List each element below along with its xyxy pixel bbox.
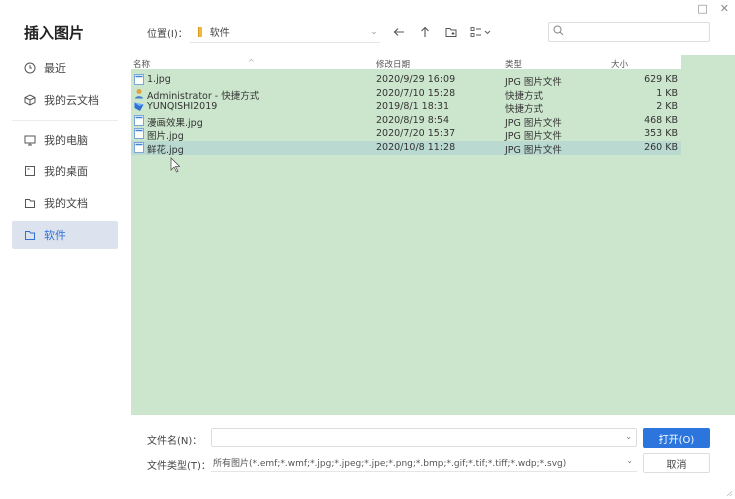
file-date: 2020/8/19 8:54 bbox=[376, 114, 450, 126]
app-shortcut-icon bbox=[134, 102, 144, 112]
computer-icon bbox=[24, 134, 36, 146]
sidebar-item-label: 我的云文档 bbox=[44, 94, 99, 107]
view-mode-icon[interactable] bbox=[470, 25, 494, 39]
file-list-header: 名称 ^ 修改日期 类型 大小 bbox=[131, 55, 681, 70]
sidebar: 插入图片 最近 我的云文档 我的电脑 我的桌面 我的文档 软件 bbox=[0, 0, 128, 499]
document-icon bbox=[24, 197, 36, 209]
folder-icon bbox=[24, 229, 36, 241]
file-size: 353 KB bbox=[644, 128, 678, 140]
location-label: 位置(I)： bbox=[147, 28, 188, 40]
image-file-icon bbox=[134, 128, 144, 140]
file-date: 2019/8/1 18:31 bbox=[376, 101, 450, 113]
user-shortcut-icon bbox=[135, 88, 143, 99]
file-size: 468 KB bbox=[644, 114, 678, 126]
sidebar-item-recent[interactable]: 最近 bbox=[12, 54, 118, 82]
file-date: 2020/10/8 11:28 bbox=[376, 142, 456, 153]
column-header-type[interactable]: 类型 bbox=[505, 58, 522, 70]
filename-field[interactable]: ⌄ bbox=[211, 428, 637, 447]
file-size: 629 KB bbox=[644, 74, 678, 85]
list-item[interactable]: 图片.jpg 2020/7/20 15:37 JPG 图片文件 353 KB bbox=[131, 127, 681, 142]
sidebar-divider bbox=[12, 120, 118, 121]
sidebar-item-label: 最近 bbox=[44, 62, 66, 75]
file-name: 鲜花.jpg bbox=[147, 145, 184, 156]
search-box[interactable] bbox=[548, 22, 710, 42]
location-value: 软件 bbox=[209, 28, 230, 39]
image-file-icon bbox=[134, 142, 144, 153]
file-name: 1.jpg bbox=[147, 74, 171, 85]
mouse-cursor-icon bbox=[170, 157, 180, 173]
sidebar-item-label: 软件 bbox=[44, 229, 66, 242]
desktop-icon bbox=[24, 165, 36, 177]
file-size: 1 KB bbox=[656, 87, 678, 99]
list-item-selected[interactable]: 鲜花.jpg 2020/10/8 11:28 JPG 图片文件 260 KB bbox=[131, 141, 681, 156]
search-input[interactable] bbox=[567, 26, 709, 38]
file-date: 2020/7/10 15:28 bbox=[376, 87, 456, 99]
column-header-size[interactable]: 大小 bbox=[611, 58, 628, 70]
maximize-icon[interactable]: □ bbox=[697, 2, 707, 15]
list-item[interactable]: Administrator - 快捷方式 2020/7/10 15:28 快捷方… bbox=[131, 87, 681, 102]
resize-grip-icon[interactable] bbox=[725, 489, 733, 497]
list-item[interactable]: 1.jpg 2020/9/29 16:09 JPG 图片文件 629 KB bbox=[131, 73, 681, 88]
chevron-down-icon: ⌄ bbox=[370, 26, 378, 37]
filetype-dropdown[interactable]: 所有图片(*.emf;*.wmf;*.jpg;*.jpeg;*.jpe;*.pn… bbox=[211, 453, 637, 472]
clock-icon bbox=[24, 62, 36, 74]
column-header-name[interactable]: 名称 bbox=[133, 58, 150, 70]
sidebar-item-label: 我的电脑 bbox=[44, 134, 88, 147]
column-header-date[interactable]: 修改日期 bbox=[376, 58, 410, 70]
search-icon bbox=[553, 25, 564, 39]
list-item[interactable]: 漫画效果.jpg 2020/8/19 8:54 JPG 图片文件 468 KB bbox=[131, 114, 681, 129]
location-dropdown[interactable]: 软件 ⌄ bbox=[189, 21, 380, 43]
filename-label: 文件名(N)： bbox=[147, 436, 203, 447]
up-arrow-icon[interactable] bbox=[418, 25, 432, 39]
sidebar-item-software[interactable]: 软件 bbox=[12, 221, 118, 249]
sidebar-item-my-documents[interactable]: 我的文档 bbox=[12, 189, 118, 217]
back-arrow-icon[interactable] bbox=[392, 25, 406, 39]
new-folder-icon[interactable] bbox=[444, 25, 458, 39]
file-size: 2 KB bbox=[656, 101, 678, 113]
image-file-icon bbox=[134, 114, 144, 126]
window-controls: □ ✕ bbox=[697, 2, 729, 15]
sort-up-icon: ^ bbox=[248, 58, 255, 67]
cancel-button[interactable]: 取消 bbox=[643, 453, 710, 473]
file-date: 2020/7/20 15:37 bbox=[376, 128, 456, 140]
file-date: 2020/9/29 16:09 bbox=[376, 74, 456, 85]
sidebar-item-desktop[interactable]: 我的桌面 bbox=[12, 157, 118, 185]
close-icon[interactable]: ✕ bbox=[720, 2, 729, 15]
cloud-icon bbox=[24, 94, 36, 106]
filetype-label: 文件类型(T)： bbox=[147, 461, 211, 472]
image-file-icon bbox=[134, 74, 144, 85]
sidebar-item-my-computer[interactable]: 我的电脑 bbox=[12, 126, 118, 154]
file-name: YUNQISHI2019 bbox=[147, 101, 218, 113]
sidebar-item-label: 我的桌面 bbox=[44, 165, 88, 178]
chevron-down-icon[interactable]: ⌄ bbox=[625, 432, 632, 441]
chevron-down-icon: ⌄ bbox=[626, 456, 633, 465]
dialog-title: 插入图片 bbox=[24, 24, 85, 42]
folder-icon bbox=[194, 26, 206, 38]
dialog-footer: 文件名(N)： ⌄ 打开(O) 文件类型(T)： 所有图片(*.emf;*.wm… bbox=[131, 415, 735, 499]
file-type: JPG 图片文件 bbox=[505, 145, 562, 156]
filetype-value: 所有图片(*.emf;*.wmf;*.jpg;*.jpeg;*.jpe;*.pn… bbox=[213, 459, 567, 469]
open-button[interactable]: 打开(O) bbox=[643, 428, 710, 448]
file-list: 名称 ^ 修改日期 类型 大小 1.jpg 2020/9/29 16:09 JP… bbox=[131, 55, 735, 415]
file-size: 260 KB bbox=[644, 142, 678, 153]
filename-input[interactable] bbox=[212, 429, 612, 446]
sidebar-item-label: 我的文档 bbox=[44, 197, 88, 210]
sidebar-item-cloud-docs[interactable]: 我的云文档 bbox=[12, 86, 118, 114]
list-item[interactable]: YUNQISHI2019 2019/8/1 18:31 快捷方式 2 KB bbox=[131, 100, 681, 115]
